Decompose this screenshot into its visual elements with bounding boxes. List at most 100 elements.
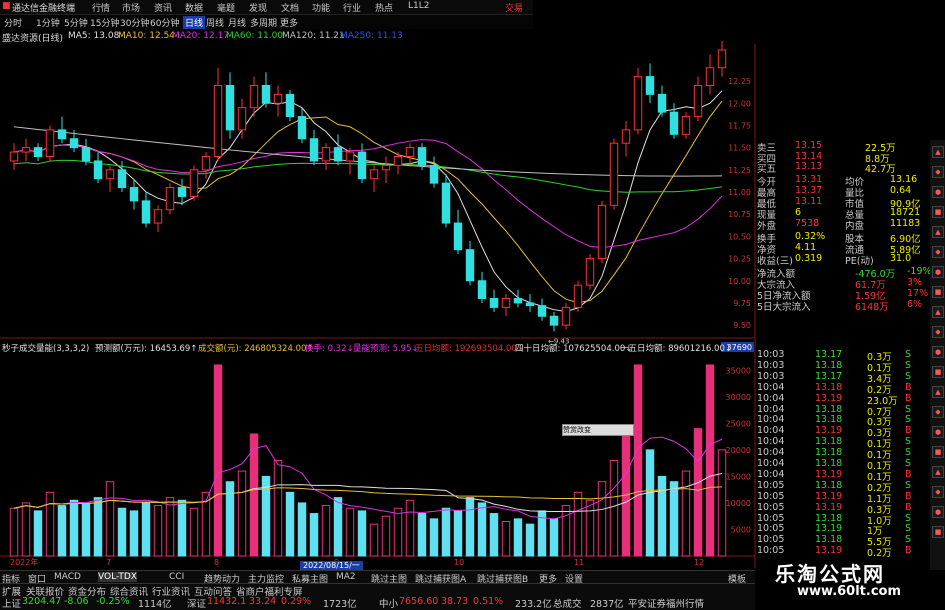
candle-body [657, 93, 667, 113]
tool-icon-17[interactable]: ▲ [932, 466, 944, 478]
tool-icon-3[interactable]: ● [932, 186, 944, 198]
tool-icon-7[interactable]: ● [932, 266, 944, 278]
stat2-label2: PE(动) [845, 255, 874, 267]
price-tick-label: 11.50 [728, 144, 751, 153]
volume-bar [453, 510, 463, 557]
candle-body [21, 147, 31, 153]
tool-icon-14[interactable]: ◆ [932, 406, 944, 418]
tool-icon-10[interactable]: ◆ [932, 326, 944, 338]
stat-value2: 18721 [890, 206, 921, 218]
volume-bar [21, 502, 31, 557]
volume-bar [405, 499, 415, 557]
tick-time: 10:05 [757, 534, 785, 546]
indicator-tab[interactable]: MA2 [336, 572, 356, 582]
indicator-tab[interactable]: MACD [54, 572, 81, 582]
candle-body [513, 298, 523, 304]
tool-icon-4[interactable]: ■ [932, 206, 944, 218]
candle-body [237, 107, 247, 131]
volume-tick-label: 15000 [726, 472, 751, 481]
tick-time: 10:04 [757, 425, 785, 437]
candle-body [621, 129, 631, 144]
volume-bar [129, 510, 139, 557]
tick-time: 10:03 [757, 359, 785, 371]
stat-label: 外盘 [757, 220, 777, 232]
stat2-label: 收益(三) [757, 255, 793, 267]
vol-legend-turnover: 换手: 0.32↓ [305, 344, 354, 354]
volume-bar [561, 505, 571, 557]
stat-label2: 内盘 [845, 220, 865, 232]
candle-body [333, 147, 343, 162]
volume-bar [321, 505, 331, 557]
index-change: -8.06 [64, 596, 89, 607]
tool-icon-12[interactable]: ■ [932, 366, 944, 378]
tick-price: 13.18 [815, 436, 843, 448]
tick-price: 13.19 [815, 425, 843, 437]
volume-tick-label: 10000 [726, 499, 751, 508]
tool-icon-9[interactable]: ▲ [932, 306, 944, 318]
tick-time: 10:04 [757, 381, 785, 393]
candle-body [417, 147, 427, 166]
watermark-url: www.60lt.com [797, 584, 902, 599]
date-label: 8 [214, 558, 219, 567]
index-name: 深证 [187, 599, 207, 610]
tick-time: 10:03 [757, 370, 785, 382]
candle-body [609, 142, 619, 206]
status-bar: 扩展 关联报价 资金分布 综合资讯 行业资讯 互动问答 省商户福利专屏 上证 3204.47 -8… [0, 583, 755, 610]
popup-tag[interactable]: 赞赏改变 [562, 424, 634, 436]
tick-price: 13.18 [815, 534, 843, 546]
volume-bar [525, 523, 535, 557]
vol-legend-amount: 成交额(元): 246805324.00↑ [198, 344, 314, 354]
indicator-tab[interactable]: VOL-TDX [98, 572, 137, 582]
candle-body [393, 156, 403, 166]
tick-side: S [905, 414, 912, 426]
tool-icon-16[interactable]: ■ [932, 446, 944, 458]
tick-price: 13.18 [815, 458, 843, 469]
tick-side: B [905, 468, 912, 480]
volume-tick-label: 25000 [726, 419, 751, 428]
candle-body [645, 76, 655, 95]
tool-icon-1[interactable]: ▲ [932, 146, 944, 158]
volume-bar [141, 502, 151, 557]
stat2-value: 0.319 [795, 252, 823, 264]
volume-bar [585, 499, 595, 557]
volume-tick-label: 30000 [726, 393, 751, 402]
index-amount: 1723亿 [323, 599, 357, 610]
volume-bar [165, 497, 175, 557]
candle-body [537, 305, 547, 317]
tick-time: 10:04 [757, 436, 785, 448]
tool-icon-18[interactable]: ◆ [932, 486, 944, 498]
tool-icon-11[interactable]: ● [932, 346, 944, 358]
volume-bar [633, 364, 643, 557]
stat2-value2: 31.0 [890, 252, 912, 264]
tick-time: 10:05 [757, 501, 785, 513]
tick-side: B [905, 501, 912, 513]
candle-body [477, 280, 487, 299]
tick-time: 10:03 [757, 349, 785, 360]
volume-bar [105, 481, 115, 557]
tool-icon-6[interactable]: ◆ [932, 246, 944, 258]
tick-side: S [905, 403, 912, 415]
tick-price: 13.19 [815, 392, 843, 404]
flow-pct: -19% [907, 265, 932, 277]
volume-bar [681, 470, 691, 557]
volume-bar [273, 459, 283, 557]
candle-body [681, 116, 691, 135]
tool-icon-2[interactable]: ◆ [932, 166, 944, 178]
price-tick-label: 12.00 [728, 99, 751, 108]
tool-icon-5[interactable]: ▲ [932, 226, 944, 238]
candle-body [105, 169, 115, 180]
index-amount: 233.2亿 [515, 599, 552, 610]
tool-icon-15[interactable]: ● [932, 426, 944, 438]
tool-icon-19[interactable]: ● [932, 506, 944, 518]
tool-icon-13[interactable]: ▲ [932, 386, 944, 398]
stat-value: 13.31 [795, 173, 823, 185]
candle-body [93, 160, 103, 180]
broker-name: 平安证券福州行情 [628, 599, 705, 610]
vol-legend-40day: 四十日均额: 107625504.00↓ [515, 344, 633, 354]
tool-icon-20[interactable]: ■ [932, 526, 944, 538]
tool-icon-8[interactable]: ■ [932, 286, 944, 298]
price-tick-label: 10.50 [728, 232, 751, 241]
total-value: 2837亿 [590, 599, 624, 610]
indicator-tab[interactable]: CCI [169, 572, 184, 582]
candle-body [213, 85, 223, 157]
